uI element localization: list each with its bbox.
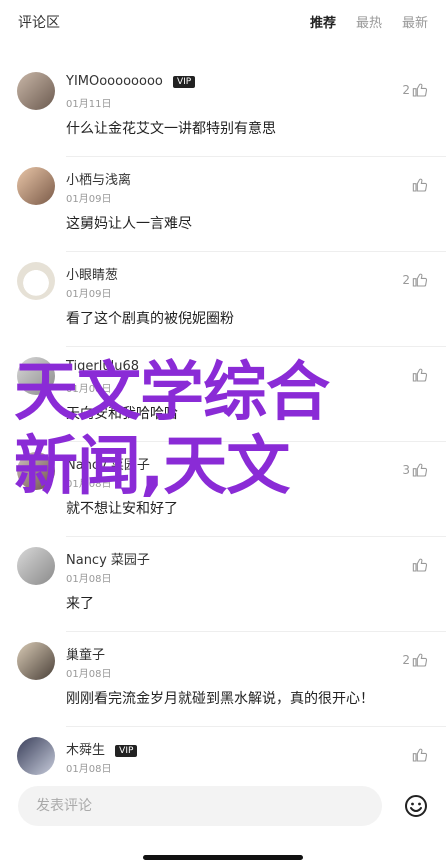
section-title: 评论区 (18, 15, 60, 31)
comment-date: 01月08日 (66, 574, 112, 585)
comment-item: 小眼睛葱 01月09日 看了这个剧真的被倪妮圈粉 2 (17, 252, 446, 347)
thumb-up-icon (412, 653, 428, 667)
comment-text: 来了 (66, 596, 94, 612)
tab-recommended[interactable]: 推荐 (310, 12, 336, 31)
author-name: 木舜生 (66, 743, 106, 758)
comment-item: 小栖与浅离 01月09日 这舅妈让人一言难尽 (17, 157, 446, 252)
author-name: YIMOoooooooo (66, 74, 163, 89)
home-indicator (143, 855, 303, 860)
comment-input-bar: 发表评论 (0, 780, 446, 868)
comment-input[interactable]: 发表评论 (18, 786, 382, 826)
like-button[interactable]: 2 (402, 272, 428, 288)
thumb-up-icon (412, 748, 428, 762)
comment-author[interactable]: 小眼睛葱 (66, 264, 118, 283)
like-button[interactable] (410, 747, 428, 763)
avatar[interactable] (17, 262, 55, 300)
author-name: 小眼睛葱 (66, 268, 119, 283)
thumb-up-icon (412, 558, 428, 572)
vip-badge: VIP (173, 76, 196, 88)
like-button[interactable]: 2 (402, 652, 428, 668)
comment-header: 评论区 推荐 最热 最新 (0, 0, 446, 44)
comment-text: 刚刚看完流金岁月就碰到黑水解说，真的很开心！ (66, 691, 374, 707)
comment-text: 看了这个剧真的被倪妮圈粉 (66, 311, 234, 327)
like-count: 2 (402, 273, 410, 287)
author-name: 小栖与浅离 (66, 173, 132, 188)
avatar[interactable] (17, 642, 55, 680)
comment-author[interactable]: Nancy 菜园子 (66, 549, 150, 568)
sort-tabs: 推荐 最热 最新 (310, 12, 428, 31)
avatar[interactable] (17, 167, 55, 205)
like-button[interactable]: 2 (402, 82, 428, 98)
comment-item: Nancy 菜园子 01月08日 来了 (17, 537, 446, 632)
like-count: 2 (402, 83, 410, 97)
vip-badge: VIP (115, 745, 138, 757)
like-button[interactable] (410, 557, 428, 573)
comment-text: 这舅妈让人一言难尽 (66, 216, 192, 232)
comment-item: 巢童子 01月08日 刚刚看完流金岁月就碰到黑水解说，真的很开心！ 2 (17, 632, 446, 727)
thumb-up-icon (412, 83, 428, 97)
like-count: 2 (402, 653, 410, 667)
thumb-up-icon (412, 178, 428, 192)
watermark-overlay-text: 天文学综合 新闻,天文 (14, 356, 444, 504)
comment-date: 01月09日 (66, 194, 112, 205)
comment-date: 01月11日 (66, 99, 112, 110)
author-name: Nancy 菜园子 (66, 553, 150, 568)
overlay-line-2: 新闻,天文 (14, 430, 290, 504)
avatar[interactable] (17, 547, 55, 585)
avatar[interactable] (17, 72, 55, 110)
comment-date: 01月08日 (66, 764, 112, 775)
comment-date: 01月09日 (66, 289, 112, 300)
tab-newest[interactable]: 最新 (402, 12, 428, 31)
comment-author[interactable]: 木舜生 VIP (66, 739, 138, 758)
tab-hottest[interactable]: 最热 (356, 12, 382, 31)
smiley-icon[interactable] (404, 794, 428, 818)
comment-text: 什么让金花艾文一讲都特别有意思 (66, 121, 276, 137)
comment-item: YIMOoooooooo VIP 01月11日 什么让金花艾文一讲都特别有意思 … (17, 62, 446, 157)
thumb-up-icon (412, 273, 428, 287)
comment-author[interactable]: 巢童子 (66, 644, 105, 663)
avatar[interactable] (17, 737, 55, 775)
comment-date: 01月08日 (66, 669, 112, 680)
author-name: 巢童子 (66, 648, 106, 663)
overlay-line-1: 天文学综合 (14, 356, 330, 430)
comment-author[interactable]: 小栖与浅离 (66, 169, 131, 188)
like-button[interactable] (410, 177, 428, 193)
comment-author[interactable]: YIMOoooooooo VIP (66, 74, 196, 89)
